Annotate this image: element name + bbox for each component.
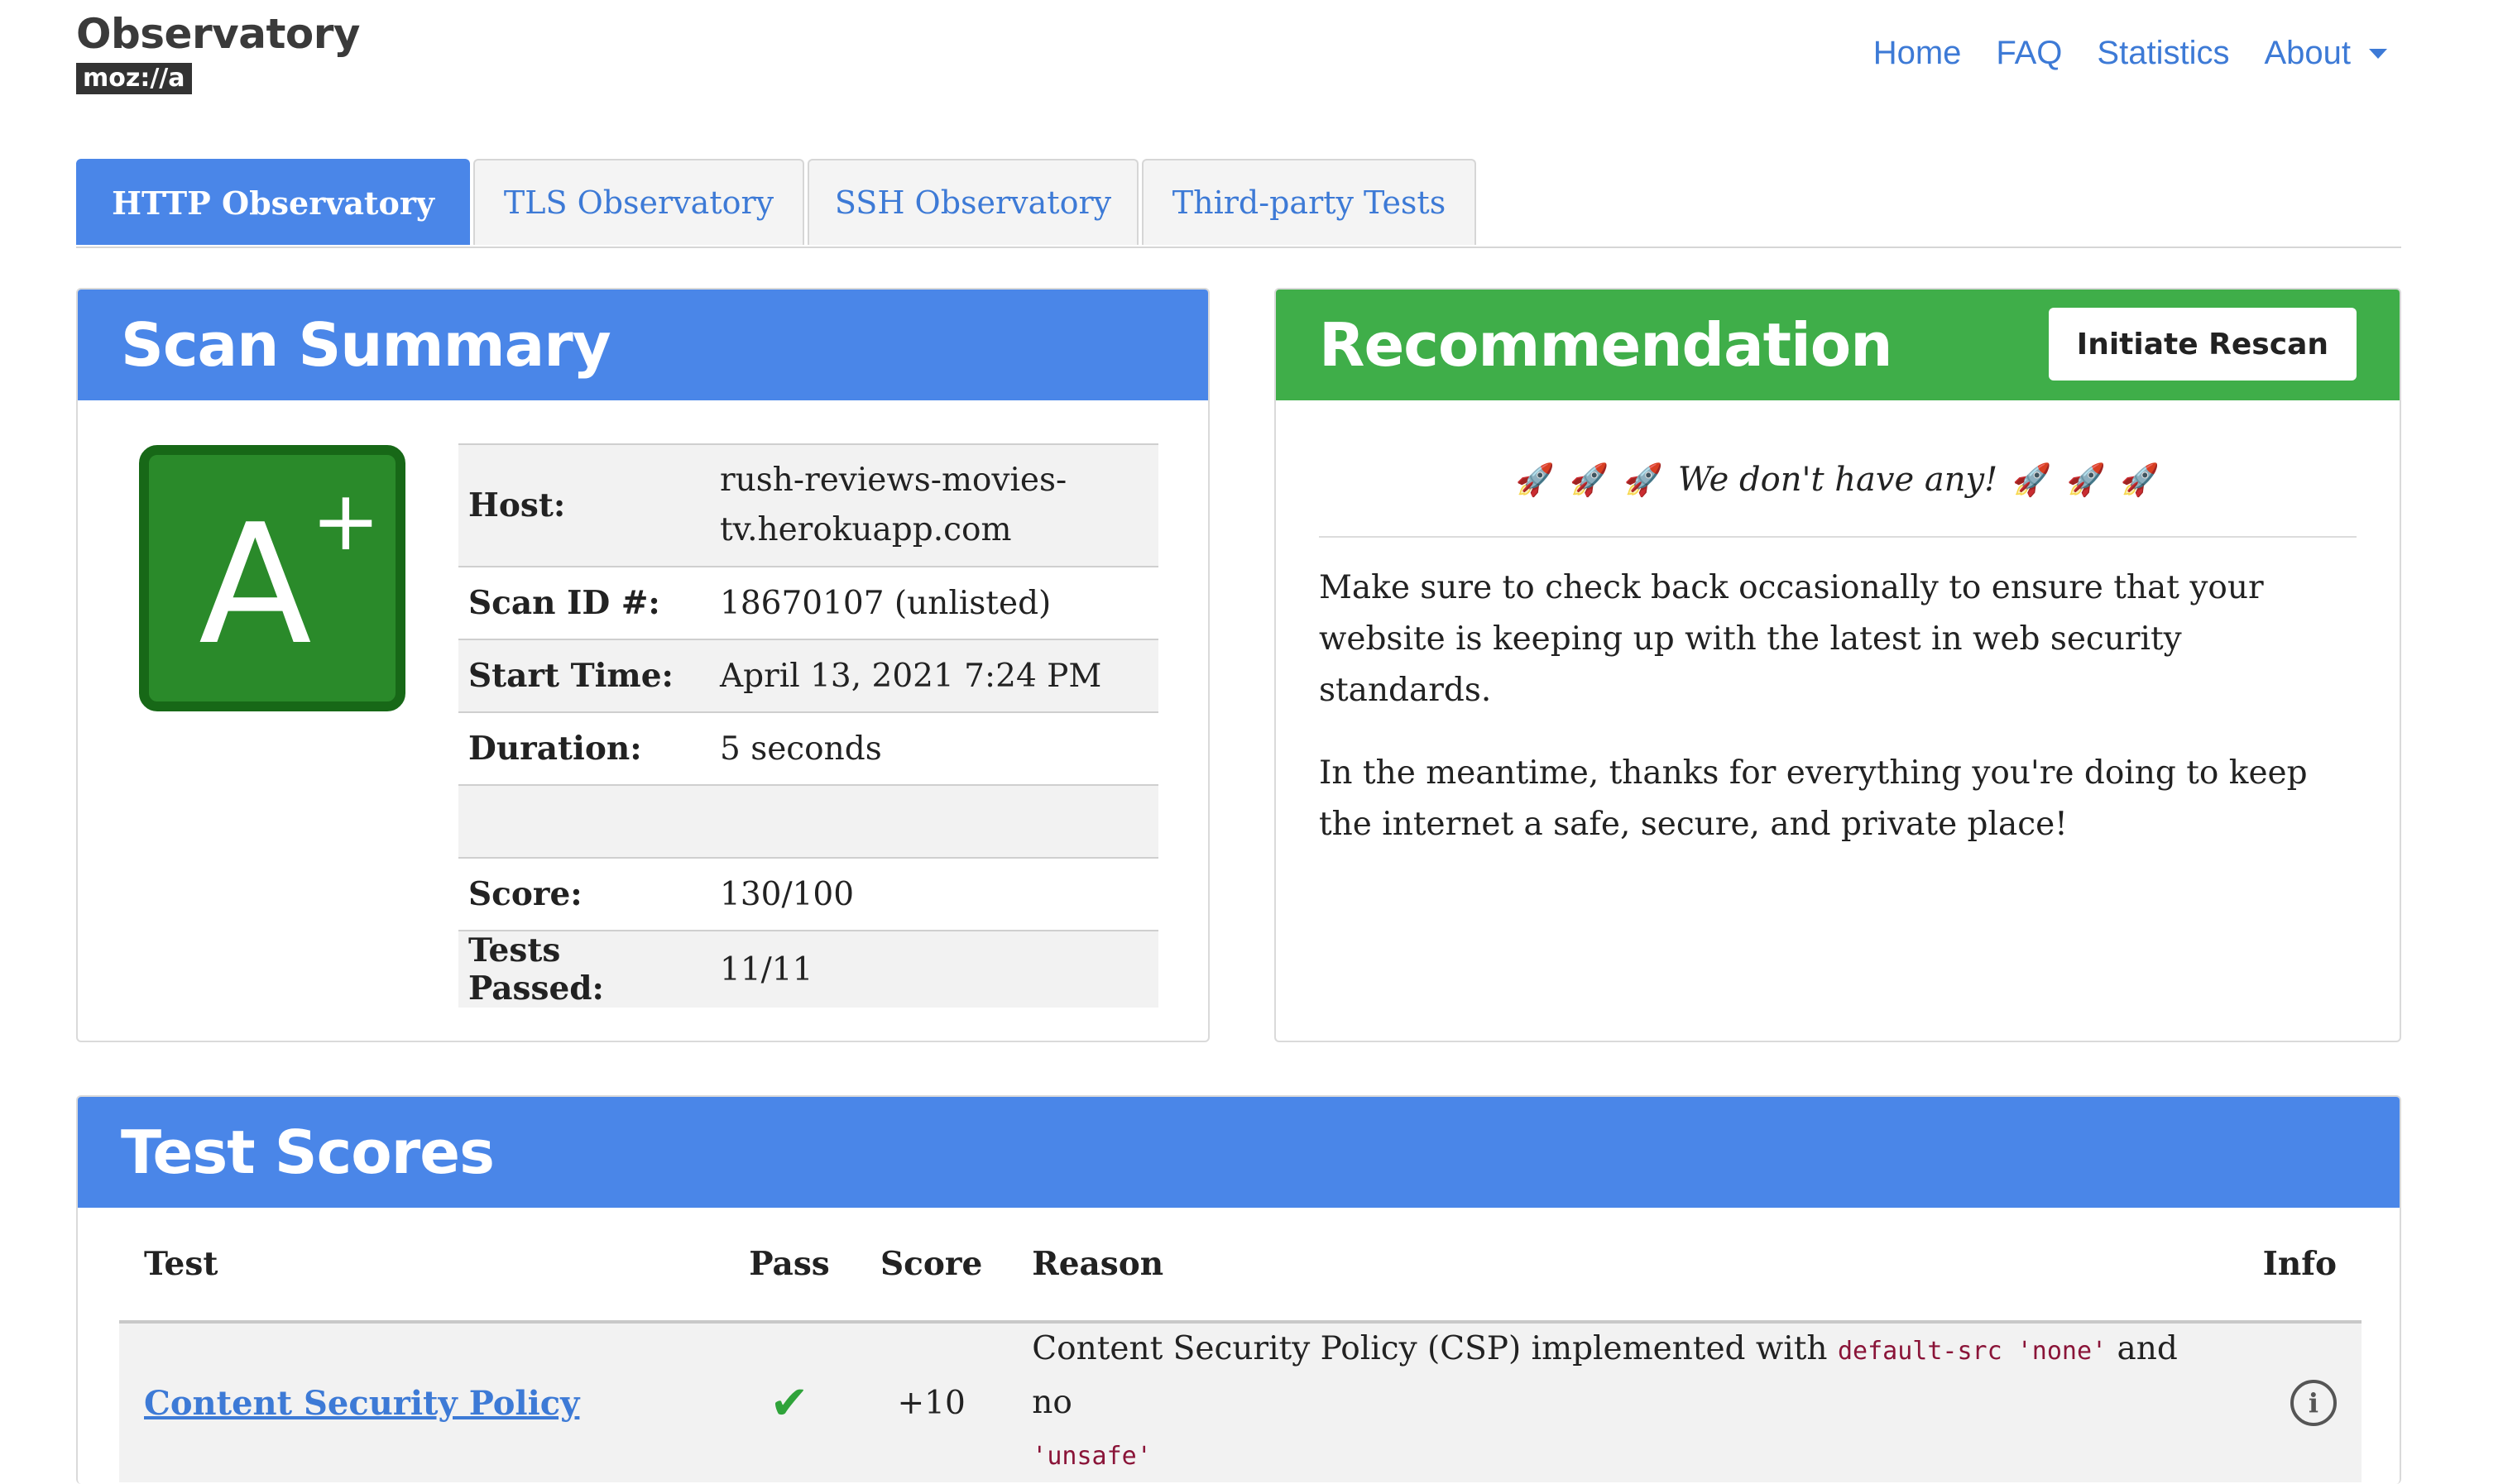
summary-value: 130/100 (710, 857, 1158, 931)
tab-third-party-tests[interactable]: Third-party Tests (1142, 159, 1476, 245)
rocket-icon: 🚀 (1623, 461, 1663, 498)
nav-home[interactable]: Home (1873, 35, 1962, 72)
info-icon[interactable]: i (2290, 1380, 2337, 1426)
test-link-content-security-policy[interactable]: Content Security Policy (144, 1384, 579, 1423)
grade-letter: A (199, 489, 312, 682)
summary-label: Host: (458, 443, 710, 567)
col-pass: Pass (723, 1208, 856, 1324)
rocket-icon: 🚀 (2066, 461, 2106, 498)
col-test: Test (119, 1208, 723, 1324)
brand[interactable]: Observatory moz://a (76, 8, 360, 94)
tab-http-observatory[interactable]: HTTP Observatory (76, 159, 470, 245)
summary-value-host: rush-reviews-movies-tv.herokuapp.com (710, 443, 1158, 567)
summary-label: Start Time: (458, 639, 710, 712)
summary-row-empty (458, 784, 1158, 858)
summary-label: Scan ID #: (458, 566, 710, 639)
scan-summary-title: Scan Summary (78, 290, 1208, 400)
summary-value: 18670107 (unlisted) (710, 566, 1158, 639)
summary-row-duration: Duration: 5 seconds (458, 711, 1158, 785)
reason-code: 'unsafe' (1032, 1442, 1152, 1471)
nav-faq[interactable]: FAQ (1996, 35, 2062, 72)
test-scores-card: Test Scores Test Pass Score Reason Info … (76, 1095, 2401, 1484)
rocket-icon: 🚀 (1515, 461, 1556, 498)
recommendation-paragraph: Make sure to check back occasionally to … (1319, 569, 2264, 709)
reason-code: default-src 'none' (1837, 1337, 2107, 1366)
scan-summary-card: Scan Summary A + Host: rush-reviews-movi… (76, 288, 1210, 1042)
summary-label: Score: (458, 857, 710, 931)
grade-badge: A + (139, 445, 405, 711)
tab-ssh-observatory[interactable]: SSH Observatory (808, 159, 1139, 245)
summary-label: Duration: (458, 711, 710, 785)
test-scores-header-row: Test Pass Score Reason Info (119, 1208, 2362, 1324)
test-score: +10 (856, 1322, 1008, 1482)
col-info: Info (2221, 1208, 2362, 1324)
brand-title: Observatory (76, 10, 360, 58)
no-recommendations: 🚀 🚀 🚀 We don't have any! 🚀 🚀 🚀 (1319, 443, 2357, 538)
summary-value (710, 784, 1158, 858)
mozilla-logo: moz://a (76, 63, 192, 94)
check-icon: ✔ (770, 1376, 809, 1430)
nav-statistics[interactable]: Statistics (2097, 35, 2229, 72)
initiate-rescan-button[interactable]: Initiate Rescan (2048, 308, 2357, 381)
no-recommendations-text: We don't have any! (1677, 461, 1998, 499)
col-score: Score (856, 1208, 1008, 1324)
summary-label: Tests Passed: (458, 930, 710, 1008)
recommendation-paragraph: In the meantime, thanks for everything y… (1319, 754, 2308, 843)
summary-row-score: Score: 130/100 (458, 857, 1158, 931)
tab-tls-observatory[interactable]: TLS Observatory (473, 159, 804, 245)
rocket-icon: 🚀 (2120, 461, 2160, 498)
chevron-down-icon (2369, 48, 2387, 59)
nav-about-label: About (2264, 35, 2351, 71)
nav-about[interactable]: About (2264, 35, 2387, 72)
top-nav: Home FAQ Statistics About (1873, 35, 2387, 72)
test-scores-title: Test Scores (78, 1097, 2400, 1208)
reason-text: Content Security Policy (CSP) implemente… (1032, 1330, 1828, 1367)
summary-row-tests-passed: Tests Passed: 11/11 (458, 930, 1158, 1008)
summary-row-start-time: Start Time: April 13, 2021 7:24 PM (458, 639, 1158, 712)
table-row: Content Security Policy ✔ +10 Content Se… (119, 1322, 2362, 1482)
summary-label (458, 784, 710, 858)
rocket-icon: 🚀 (1570, 461, 1609, 498)
observatory-tabs: HTTP Observatory TLS Observatory SSH Obs… (76, 159, 2401, 248)
summary-value: 5 seconds (710, 711, 1158, 785)
summary-table: Host: rush-reviews-movies-tv.herokuapp.c… (458, 443, 1158, 1008)
recommendation-card: Recommendation Initiate Rescan 🚀 🚀 🚀 We … (1274, 288, 2401, 1042)
test-scores-table: Test Pass Score Reason Info Content Secu… (119, 1208, 2362, 1482)
col-reason: Reason (1007, 1208, 2221, 1324)
summary-row-host: Host: rush-reviews-movies-tv.herokuapp.c… (458, 443, 1158, 567)
rocket-icon: 🚀 (2012, 461, 2052, 498)
test-reason: Content Security Policy (CSP) implemente… (1007, 1322, 2221, 1482)
summary-value: 11/11 (710, 930, 1158, 1008)
summary-value: April 13, 2021 7:24 PM (710, 639, 1158, 712)
grade-modifier: + (311, 472, 381, 569)
recommendation-body: Make sure to check back occasionally to … (1319, 562, 2333, 882)
summary-row-scan-id: Scan ID #: 18670107 (unlisted) (458, 566, 1158, 639)
